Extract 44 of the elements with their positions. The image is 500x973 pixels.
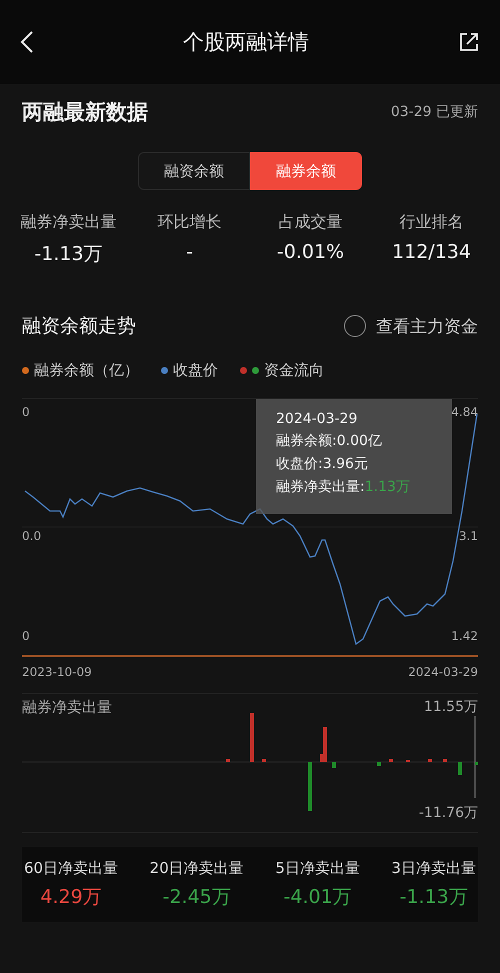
summary-value: -2.45万 <box>162 885 231 910</box>
summary-value: -4.01万 <box>284 885 352 910</box>
axis-label: 0.0 <box>22 529 42 543</box>
stat-value: -1.13万 <box>34 242 103 267</box>
summary-label: 5日净卖出量 <box>275 859 360 878</box>
toggle-label: 查看主力资金 <box>376 316 478 338</box>
radio-button[interactable] <box>344 315 366 337</box>
tooltip-line: 收盘价:3.96元 <box>276 455 369 473</box>
axis-label: 1.42 <box>451 629 478 643</box>
back-icon[interactable] <box>20 30 34 54</box>
stat-label: 占成交量 <box>278 212 342 233</box>
axis-label: 4.84 <box>451 405 478 419</box>
stat-value: 112/134 <box>392 241 471 263</box>
axis-label: 3.1 <box>458 529 478 543</box>
summary-label: 3日净卖出量 <box>391 859 476 878</box>
axis-label: 11.55万 <box>424 698 478 716</box>
stat-label: 环比增长 <box>158 212 222 233</box>
tooltip-date: 2024-03-29 <box>276 411 358 427</box>
section-title: 两融最新数据 <box>22 99 148 126</box>
page-title: 个股两融详情 <box>183 29 309 56</box>
legend-label: 融券余额（亿） <box>34 361 139 380</box>
tab[interactable]: 融资余额 <box>138 152 250 190</box>
update-time: 03-29 已更新 <box>390 103 478 121</box>
summary-label: 20日净卖出量 <box>150 859 244 878</box>
tab[interactable]: 融券余额 <box>250 152 362 190</box>
section-title: 融资余额走势 <box>22 314 136 339</box>
tooltip-line: 融券余额:0.00亿 <box>276 432 383 450</box>
stat-value: - <box>186 241 193 263</box>
stat-label: 行业排名 <box>400 212 464 233</box>
tooltip-line: 融券净卖出量:1.13万 <box>276 478 411 496</box>
share-icon[interactable] <box>458 31 480 53</box>
stat-value: -0.01% <box>276 241 344 263</box>
axis-label: 0 <box>22 405 30 419</box>
axis-label: -11.76万 <box>418 804 478 822</box>
chart-title: 融券净卖出量 <box>22 698 112 717</box>
summary-value: -1.13万 <box>400 885 468 910</box>
axis-label: 2024-03-29 <box>408 665 478 679</box>
axis-label: 0 <box>22 629 30 643</box>
axis-label: 2023-10-09 <box>22 665 92 679</box>
summary-label: 60日净卖出量 <box>24 859 118 878</box>
legend-label: 收盘价 <box>173 361 218 380</box>
legend-label: 资金流向 <box>264 361 324 380</box>
stat-label: 融券净卖出量 <box>20 212 116 233</box>
summary-value: 4.29万 <box>40 885 102 910</box>
